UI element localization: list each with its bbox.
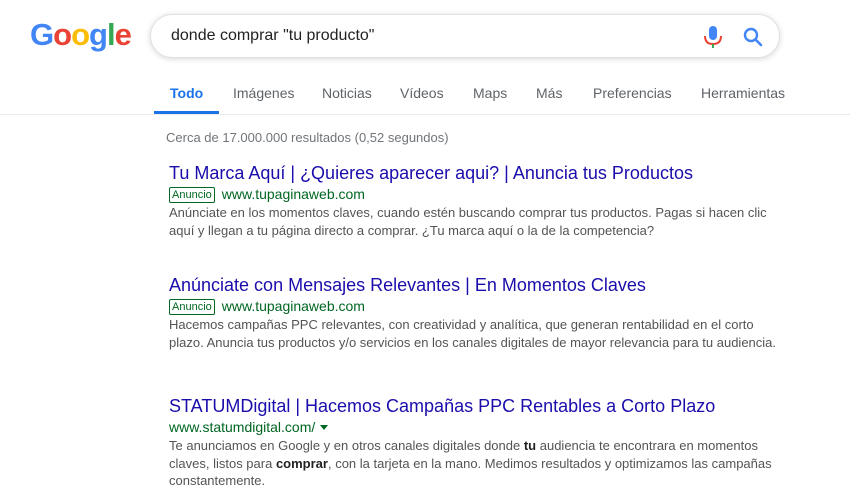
logo-letter: o (71, 17, 90, 52)
result-title-link[interactable]: Tu Marca Aquí | ¿Quieres aparecer aqui? … (169, 162, 789, 184)
snippet-highlight: tu (523, 438, 537, 453)
chevron-down-icon[interactable] (320, 425, 329, 430)
tab-mas[interactable]: Más (536, 85, 562, 101)
logo-letter: o (53, 17, 72, 52)
result-url-line: Anuncio www.tupaginaweb.com (169, 185, 789, 203)
result-title-link[interactable]: STATUMDigital | Hacemos Campañas PPC Ren… (169, 395, 789, 417)
result-url[interactable]: www.tupaginaweb.com (222, 186, 365, 202)
tab-maps[interactable]: Maps (473, 85, 507, 101)
snippet-text: Te anunciamos en Google y en otros canal… (169, 438, 524, 453)
result-url[interactable]: www.statumdigital.com/ (169, 419, 315, 435)
microphone-icon[interactable] (702, 25, 724, 49)
search-icon[interactable] (741, 25, 765, 49)
tab-todo[interactable]: Todo (170, 85, 203, 101)
search-input[interactable]: donde comprar "tu producto" (171, 27, 374, 45)
result-snippet: Anúnciate en los momentos claves, cuando… (169, 205, 767, 238)
search-result: Anúnciate con Mensajes Relevantes | En M… (169, 274, 789, 351)
result-snippet: Hacemos campañas PPC relevantes, con cre… (169, 317, 777, 350)
search-box[interactable]: donde comprar "tu producto" (150, 14, 780, 58)
result-snippet: Te anunciamos en Google y en otros canal… (169, 437, 789, 490)
logo-letter: G (30, 17, 54, 52)
snippet-highlight: comprar (275, 455, 328, 471)
result-url[interactable]: www.tupaginaweb.com (222, 298, 365, 314)
tab-preferencias[interactable]: Preferencias (593, 85, 672, 101)
search-result: STATUMDigital | Hacemos Campañas PPC Ren… (169, 395, 789, 490)
google-logo[interactable]: Google (30, 17, 132, 53)
ad-badge: Anuncio (169, 187, 215, 203)
tab-herramientas[interactable]: Herramientas (701, 85, 785, 101)
result-url-line: www.statumdigital.com/ (169, 418, 789, 436)
ad-badge: Anuncio (169, 299, 215, 315)
search-tabs: Todo Imágenes Noticias Vídeos Maps Más P… (0, 70, 850, 114)
logo-letter: g (89, 17, 108, 52)
result-stats: Cerca de 17.000.000 resultados (0,52 seg… (166, 130, 449, 145)
tab-noticias[interactable]: Noticias (322, 85, 372, 101)
tabs-divider (0, 114, 850, 115)
search-result: Tu Marca Aquí | ¿Quieres aparecer aqui? … (169, 162, 789, 239)
result-url-line: Anuncio www.tupaginaweb.com (169, 297, 789, 315)
tab-videos[interactable]: Vídeos (400, 85, 444, 101)
logo-letter: l (106, 17, 116, 52)
logo-letter: e (114, 17, 132, 52)
result-title-link[interactable]: Anúnciate con Mensajes Relevantes | En M… (169, 274, 789, 296)
tab-imagenes[interactable]: Imágenes (233, 85, 294, 101)
